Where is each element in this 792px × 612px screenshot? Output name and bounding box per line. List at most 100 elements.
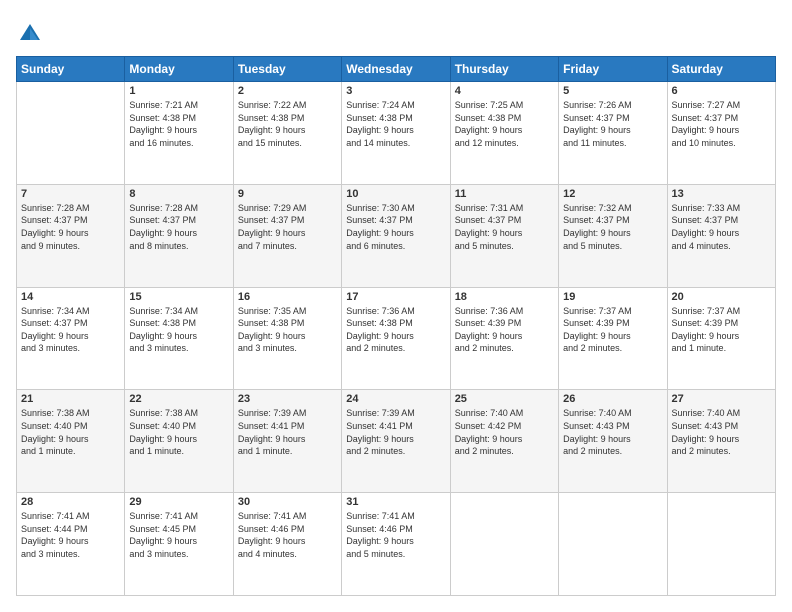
- day-info: Sunrise: 7:33 AMSunset: 4:37 PMDaylight:…: [672, 202, 771, 252]
- day-info-line: Daylight: 9 hours: [672, 124, 771, 137]
- day-info-line: Sunrise: 7:37 AM: [563, 305, 662, 318]
- calendar-cell: 7Sunrise: 7:28 AMSunset: 4:37 PMDaylight…: [17, 184, 125, 287]
- day-info-line: and 4 minutes.: [238, 548, 337, 561]
- day-info: Sunrise: 7:38 AMSunset: 4:40 PMDaylight:…: [21, 407, 120, 457]
- day-info-line: Sunset: 4:40 PM: [21, 420, 120, 433]
- logo: [16, 20, 46, 48]
- day-info-line: Daylight: 9 hours: [563, 227, 662, 240]
- calendar-cell: 11Sunrise: 7:31 AMSunset: 4:37 PMDayligh…: [450, 184, 558, 287]
- calendar-cell: 6Sunrise: 7:27 AMSunset: 4:37 PMDaylight…: [667, 82, 775, 185]
- day-number: 28: [21, 496, 120, 508]
- weekday-header-monday: Monday: [125, 57, 233, 82]
- day-info-line: and 3 minutes.: [21, 548, 120, 561]
- day-info-line: Sunset: 4:39 PM: [455, 317, 554, 330]
- calendar-cell: [559, 493, 667, 596]
- day-info-line: Sunset: 4:37 PM: [21, 214, 120, 227]
- day-info: Sunrise: 7:36 AMSunset: 4:38 PMDaylight:…: [346, 305, 445, 355]
- day-number: 1: [129, 85, 228, 97]
- day-info-line: Daylight: 9 hours: [238, 330, 337, 343]
- day-info-line: Sunset: 4:38 PM: [455, 112, 554, 125]
- day-info-line: Sunrise: 7:36 AM: [455, 305, 554, 318]
- day-info-line: Daylight: 9 hours: [238, 535, 337, 548]
- day-info-line: Sunset: 4:43 PM: [563, 420, 662, 433]
- day-number: 12: [563, 188, 662, 200]
- calendar-cell: 13 Sunrise: 7:33 AMSunset: 4:37 PMDayligh…: [667, 184, 775, 287]
- day-info: Sunrise: 7:36 AMSunset: 4:39 PMDaylight:…: [455, 305, 554, 355]
- day-info-line: Sunrise: 7:26 AM: [563, 99, 662, 112]
- day-number: 25: [455, 393, 554, 405]
- calendar-cell: 25Sunrise: 7:40 AMSunset: 4:42 PMDayligh…: [450, 390, 558, 493]
- calendar-cell: 1 Sunrise: 7:21 AMSunset: 4:38 PMDaylight…: [125, 82, 233, 185]
- calendar-week-3: 21Sunrise: 7:38 AMSunset: 4:40 PMDayligh…: [17, 390, 776, 493]
- calendar-week-1: 7Sunrise: 7:28 AMSunset: 4:37 PMDaylight…: [17, 184, 776, 287]
- day-info-line: and 14 minutes.: [346, 137, 445, 150]
- day-info-line: and 2 minutes.: [455, 445, 554, 458]
- day-info-line: Sunrise: 7:31 AM: [455, 202, 554, 215]
- day-number: 31: [346, 496, 445, 508]
- day-info-line: Sunrise: 7:39 AM: [238, 407, 337, 420]
- day-number: 19: [563, 291, 662, 303]
- day-info-line: Daylight: 9 hours: [129, 433, 228, 446]
- day-info-line: Daylight: 9 hours: [455, 433, 554, 446]
- day-info-line: Daylight: 9 hours: [346, 330, 445, 343]
- calendar-cell: 27Sunrise: 7:40 AMSunset: 4:43 PMDayligh…: [667, 390, 775, 493]
- day-info: Sunrise: 7:21 AMSunset: 4:38 PMDaylight:…: [129, 99, 228, 149]
- day-info-line: Sunset: 4:40 PM: [129, 420, 228, 433]
- day-info-line: Sunset: 4:42 PM: [455, 420, 554, 433]
- day-info: Sunrise: 7:35 AMSunset: 4:38 PMDaylight:…: [238, 305, 337, 355]
- day-info-line: Daylight: 9 hours: [21, 433, 120, 446]
- day-number: 17: [346, 291, 445, 303]
- day-info: Sunrise: 7:39 AMSunset: 4:41 PMDaylight:…: [238, 407, 337, 457]
- day-info-line: Sunrise: 7:28 AM: [129, 202, 228, 215]
- day-info-line: and 3 minutes.: [238, 342, 337, 355]
- day-info-line: Sunset: 4:37 PM: [563, 214, 662, 227]
- day-info-line: and 3 minutes.: [129, 548, 228, 561]
- day-number: 3: [346, 85, 445, 97]
- day-info: Sunrise: 7:29 AMSunset: 4:37 PMDaylight:…: [238, 202, 337, 252]
- day-info-line: Sunset: 4:38 PM: [238, 317, 337, 330]
- day-number: 13: [672, 188, 771, 200]
- day-info-line: Sunset: 4:37 PM: [672, 214, 771, 227]
- day-info-line: Sunset: 4:38 PM: [346, 112, 445, 125]
- day-number: 27: [672, 393, 771, 405]
- day-info-line: and 4 minutes.: [672, 240, 771, 253]
- day-info-line: and 1 minute.: [672, 342, 771, 355]
- day-info-line: and 5 minutes.: [563, 240, 662, 253]
- calendar-cell: 18 Sunrise: 7:36 AMSunset: 4:39 PMDayligh…: [450, 287, 558, 390]
- calendar-cell: 21Sunrise: 7:38 AMSunset: 4:40 PMDayligh…: [17, 390, 125, 493]
- calendar-week-0: 1 Sunrise: 7:21 AMSunset: 4:38 PMDaylight…: [17, 82, 776, 185]
- calendar-cell: 10Sunrise: 7:30 AMSunset: 4:37 PMDayligh…: [342, 184, 450, 287]
- day-number: 6: [672, 85, 771, 97]
- day-info-line: Sunset: 4:37 PM: [21, 317, 120, 330]
- day-info-line: Daylight: 9 hours: [21, 330, 120, 343]
- day-info-line: Sunset: 4:41 PM: [238, 420, 337, 433]
- day-info-line: Daylight: 9 hours: [238, 124, 337, 137]
- day-info-line: Sunrise: 7:37 AM: [672, 305, 771, 318]
- day-info-line: and 2 minutes.: [563, 342, 662, 355]
- day-number: 22: [129, 393, 228, 405]
- day-info: Sunrise: 7:41 AMSunset: 4:44 PMDaylight:…: [21, 510, 120, 560]
- day-info: Sunrise: 7:41 AMSunset: 4:45 PMDaylight:…: [129, 510, 228, 560]
- day-info-line: Sunrise: 7:28 AM: [21, 202, 120, 215]
- calendar-cell: 14Sunrise: 7:34 AMSunset: 4:37 PMDayligh…: [17, 287, 125, 390]
- day-info-line: Sunrise: 7:30 AM: [346, 202, 445, 215]
- day-info: Sunrise: 7:41 AMSunset: 4:46 PMDaylight:…: [238, 510, 337, 560]
- calendar-table: SundayMondayTuesdayWednesdayThursdayFrid…: [16, 56, 776, 596]
- day-info-line: and 8 minutes.: [129, 240, 228, 253]
- day-info-line: and 6 minutes.: [346, 240, 445, 253]
- calendar-cell: 26Sunrise: 7:40 AMSunset: 4:43 PMDayligh…: [559, 390, 667, 493]
- calendar-cell: [450, 493, 558, 596]
- day-info-line: Sunset: 4:38 PM: [129, 112, 228, 125]
- logo-icon: [16, 20, 44, 48]
- day-info-line: and 7 minutes.: [238, 240, 337, 253]
- day-info-line: Daylight: 9 hours: [129, 535, 228, 548]
- calendar-cell: 24Sunrise: 7:39 AMSunset: 4:41 PMDayligh…: [342, 390, 450, 493]
- day-info-line: and 5 minutes.: [346, 548, 445, 561]
- day-number: 18: [455, 291, 554, 303]
- day-info-line: Sunrise: 7:32 AM: [563, 202, 662, 215]
- day-info: Sunrise: 7:34 AMSunset: 4:38 PMDaylight:…: [129, 305, 228, 355]
- day-info-line: and 2 minutes.: [346, 445, 445, 458]
- day-info-line: Sunset: 4:37 PM: [672, 112, 771, 125]
- day-info-line: Daylight: 9 hours: [238, 433, 337, 446]
- day-info-line: Sunrise: 7:41 AM: [129, 510, 228, 523]
